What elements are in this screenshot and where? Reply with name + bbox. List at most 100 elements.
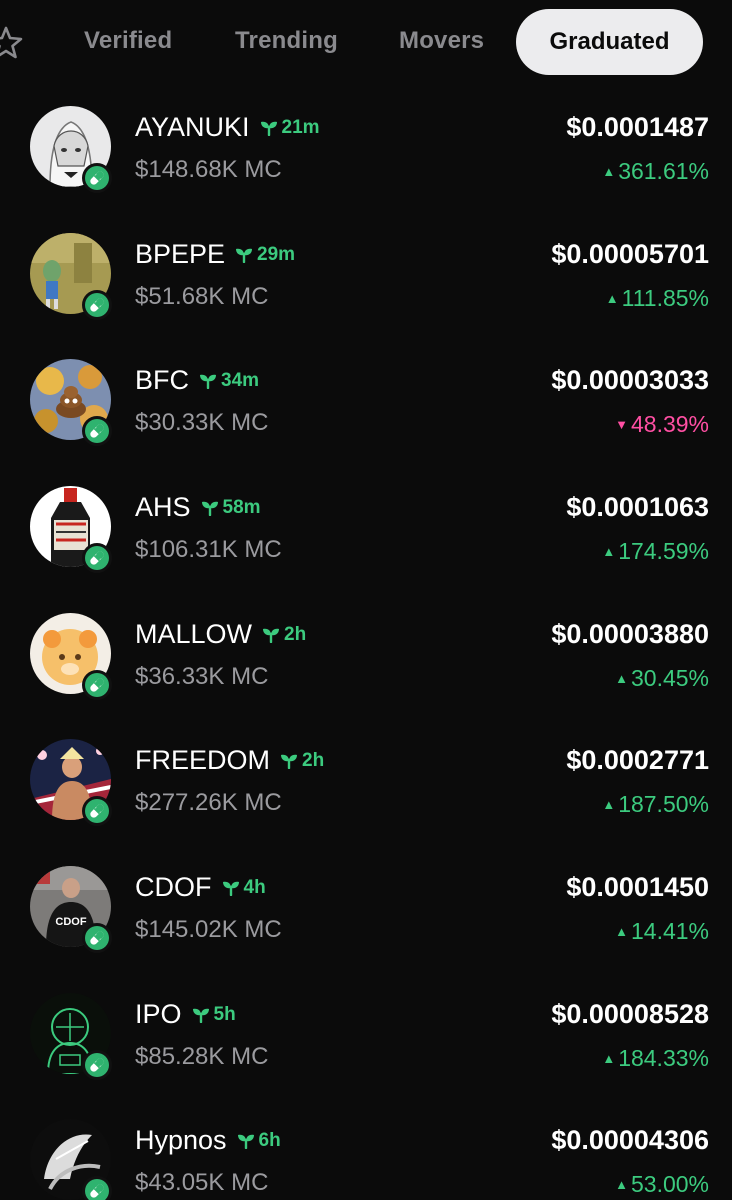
token-age-label: 34m	[221, 369, 260, 391]
token-change: ▲ 184.33%	[602, 1045, 709, 1072]
token-change-value: 174.59%	[618, 538, 709, 564]
token-row-ipo[interactable]: IPO 5h $85.28K MC $0.00008528 ▲ 184.33%	[0, 987, 732, 1114]
token-age-label: 2h	[302, 749, 325, 771]
graduated-badge	[82, 163, 112, 193]
token-name: AYANUKI	[135, 112, 250, 142]
token-age: 29m	[235, 244, 295, 266]
token-name: FREEDOM	[135, 745, 270, 775]
token-change: ▲ 14.41%	[615, 918, 709, 945]
token-market-cap: $36.33K MC	[135, 663, 269, 690]
graduated-badge	[82, 1050, 112, 1080]
token-age-label: 6h	[258, 1129, 281, 1151]
token-name: BPEPE	[135, 239, 226, 269]
token-age-label: 5h	[213, 1003, 236, 1025]
token-price: $0.00004306	[551, 1125, 709, 1155]
token-change-value: 187.50%	[618, 791, 709, 817]
token-change: ▲ 30.45%	[615, 665, 709, 692]
token-age: 5h	[192, 1004, 236, 1026]
pill-icon	[85, 1179, 109, 1200]
tab-verified[interactable]: Verified	[84, 20, 172, 62]
token-age: 34m	[199, 370, 259, 392]
graduated-badge	[82, 1176, 112, 1200]
token-name: CDOF	[135, 872, 212, 902]
star-outline-icon[interactable]	[0, 24, 24, 60]
token-age-label: 2h	[284, 623, 307, 645]
token-change: ▼ 48.39%	[615, 411, 709, 438]
token-age: 58m	[201, 497, 261, 519]
graduated-badge	[82, 543, 112, 573]
graduated-badge	[82, 923, 112, 953]
pill-icon	[85, 926, 109, 950]
token-price: $0.0001450	[566, 872, 709, 902]
token-market-cap: $148.68K MC	[135, 156, 282, 183]
token-age-label: 29m	[257, 243, 296, 265]
sprout-icon	[222, 881, 239, 896]
token-name: AHS	[135, 492, 191, 522]
token-change-value: 184.33%	[618, 1045, 709, 1071]
token-change-value: 361.61%	[618, 158, 709, 184]
token-price: $0.00003880	[551, 619, 709, 649]
token-age-label: 21m	[281, 116, 320, 138]
tab-movers[interactable]: Movers	[399, 20, 484, 62]
token-age: 6h	[237, 1130, 281, 1152]
graduated-badge	[82, 670, 112, 700]
token-price: $0.00005701	[551, 239, 709, 269]
token-change-value: 111.85%	[621, 285, 709, 311]
token-row-ayanuki[interactable]: AYANUKI 21m $148.68K MC $0.0001487 ▲ 361.61%	[0, 100, 732, 227]
token-age: 2h	[262, 624, 306, 646]
token-row-bpepe[interactable]: BPEPE 29m $51.68K MC $0.00005701 ▲ 111.85%	[0, 227, 732, 354]
triangle-up-icon: ▲	[615, 924, 628, 939]
token-name: BFC	[135, 365, 189, 395]
pill-icon	[85, 546, 109, 570]
token-change-value: 53.00%	[630, 1171, 709, 1197]
sprout-icon	[260, 121, 277, 136]
token-market-cap: $277.26K MC	[135, 789, 282, 816]
graduated-token-list-screen: Verified Trending Movers Graduated AYANU…	[0, 0, 732, 1200]
sprout-icon	[236, 248, 253, 263]
token-row-bfc[interactable]: BFC 34m $30.33K MC $0.00003033 ▼ 48.39%	[0, 353, 732, 480]
triangle-up-icon: ▲	[602, 797, 616, 812]
token-market-cap: $106.31K MC	[135, 536, 282, 563]
token-market-cap: $43.05K MC	[135, 1169, 269, 1196]
token-age: 2h	[280, 750, 324, 772]
token-market-cap: $30.33K MC	[135, 409, 269, 436]
triangle-up-icon: ▲	[602, 164, 616, 179]
token-age-label: 4h	[243, 876, 266, 898]
token-change-value: 48.39%	[630, 411, 709, 437]
token-age: 4h	[222, 877, 266, 899]
sprout-icon	[200, 374, 216, 389]
token-price: $0.00003033	[551, 365, 709, 395]
token-market-cap: $85.28K MC	[135, 1043, 269, 1070]
sprout-icon	[263, 628, 280, 643]
token-row-hypnos[interactable]: Hypnos 6h $43.05K MC $0.00004306 ▲ 53.00%	[0, 1113, 732, 1200]
token-market-cap: $145.02K MC	[135, 916, 282, 943]
pill-icon	[85, 293, 109, 317]
pill-icon	[85, 166, 109, 190]
token-age-label: 58m	[222, 496, 261, 518]
token-row-freedom[interactable]: FREEDOM 2h $277.26K MC $0.0002771 ▲ 187.50%	[0, 733, 732, 860]
triangle-up-icon: ▲	[615, 1177, 628, 1192]
triangle-up-icon: ▲	[605, 291, 619, 306]
token-change: ▲ 361.61%	[602, 158, 709, 185]
graduated-badge	[82, 416, 112, 446]
token-name: MALLOW	[135, 619, 253, 649]
token-change: ▲ 111.85%	[606, 285, 709, 312]
graduated-badge	[82, 290, 112, 320]
triangle-up-icon: ▲	[602, 1051, 616, 1066]
token-row-mallow[interactable]: MALLOW 2h $36.33K MC $0.00003880 ▲ 30.45%	[0, 607, 732, 734]
token-row-cdof[interactable]: CDOF CDOF 4h $145.02K MC $0.0001450 ▲ 14.41%	[0, 860, 732, 987]
token-name: Hypnos	[135, 1125, 227, 1155]
svg-text:CDOF: CDOF	[55, 916, 86, 928]
sprout-icon	[201, 501, 218, 516]
token-name: IPO	[135, 999, 182, 1029]
pill-icon	[85, 1053, 109, 1077]
tab-graduated[interactable]: Graduated	[516, 9, 703, 75]
token-change: ▲ 174.59%	[602, 538, 709, 565]
token-change-value: 14.41%	[630, 918, 709, 944]
tab-trending[interactable]: Trending	[235, 20, 338, 62]
token-age: 21m	[260, 117, 320, 139]
triangle-up-icon: ▲	[615, 671, 628, 686]
token-row-ahs[interactable]: AHS 58m $106.31K MC $0.0001063 ▲ 174.59%	[0, 480, 732, 607]
sprout-icon	[281, 754, 297, 769]
token-change: ▲ 53.00%	[615, 1171, 709, 1198]
